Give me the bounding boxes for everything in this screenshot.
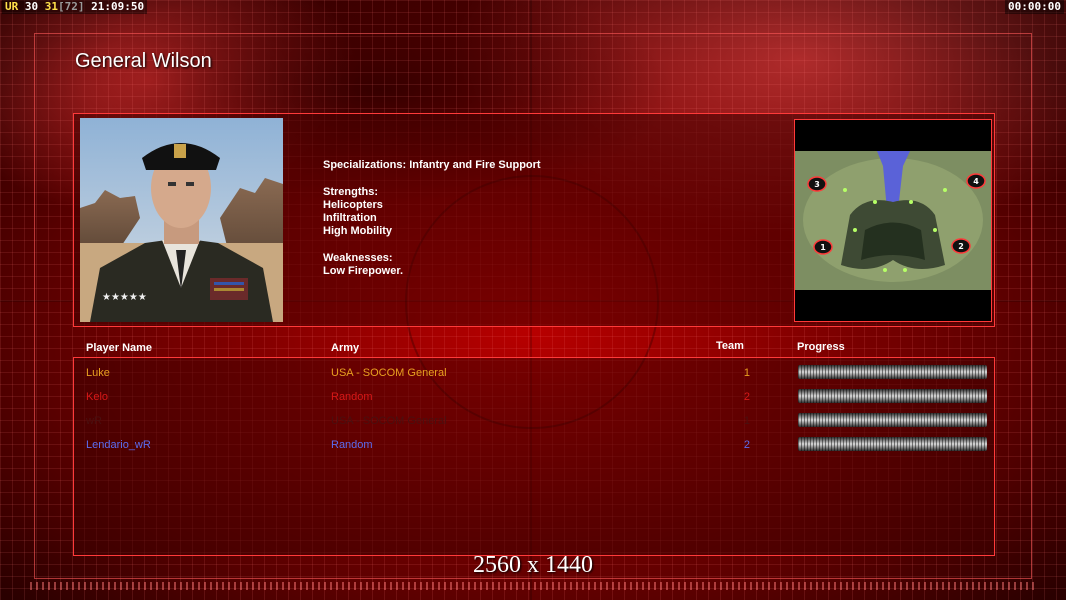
general-details: Specializations: Infantry and Fire Suppo…	[323, 159, 541, 279]
header-team: Team	[716, 340, 744, 352]
player-team: 2	[743, 439, 750, 451]
hud-ur: UR	[5, 0, 19, 13]
hud-value-b: 31	[44, 0, 58, 13]
player-army: USA - SOCOM General	[331, 367, 447, 379]
strength-item: High Mobility	[323, 225, 393, 238]
start-position-4: 4	[973, 177, 979, 186]
header-progress: Progress	[797, 341, 845, 353]
player-name: Luke	[86, 367, 110, 379]
player-army: USA - SOCOM General	[331, 415, 447, 427]
specializations-text: Specializations: Infantry and Fire Suppo…	[323, 159, 541, 171]
strength-item: Infiltration	[323, 212, 377, 225]
player-army: Random	[331, 439, 373, 451]
player-progress-bar	[798, 413, 987, 427]
player-team: 1	[743, 367, 750, 379]
start-position-1: 1	[820, 243, 826, 252]
player-list-panel	[73, 357, 995, 556]
resolution-overlay: 2560 x 1440	[473, 552, 593, 578]
strengths-heading: Strengths:	[323, 185, 378, 198]
general-portrait: ★★★★★	[80, 118, 283, 322]
strength-item: Helicopters	[323, 198, 383, 211]
map-preview-image: 1 2 3 4	[795, 151, 991, 290]
game-timer: 00:00:00	[1005, 0, 1064, 14]
player-progress-bar	[798, 365, 987, 379]
weaknesses-heading: Weaknesses:	[323, 252, 393, 265]
header-player-name: Player Name	[86, 342, 153, 354]
hud-clock: 21:09:50	[91, 0, 145, 13]
player-name: Lendario_wR	[86, 439, 151, 451]
start-position-3: 3	[814, 180, 820, 189]
hud-value-c: [72]	[58, 0, 85, 13]
general-name: General Wilson	[75, 50, 212, 72]
portrait-image: ★★★★★	[80, 118, 283, 322]
map-preview: 1 2 3 4	[794, 119, 992, 322]
player-name: wR	[86, 415, 102, 427]
player-team: 1	[743, 415, 750, 427]
fps-overlay: UR 30 31[72] 21:09:50	[2, 0, 148, 14]
weakness-item: Low Firepower.	[323, 265, 404, 278]
start-position-2: 2	[958, 242, 964, 251]
hud-value-a: 30	[24, 0, 39, 13]
svg-text:★★★★★: ★★★★★	[102, 292, 147, 303]
player-progress-bar	[798, 389, 987, 403]
player-progress-bar	[798, 437, 987, 451]
header-army: Army	[331, 342, 360, 354]
player-team: 2	[743, 391, 750, 403]
bottom-decoration	[30, 582, 1036, 590]
player-army: Random	[331, 391, 373, 403]
player-name: Kelo	[86, 391, 109, 403]
